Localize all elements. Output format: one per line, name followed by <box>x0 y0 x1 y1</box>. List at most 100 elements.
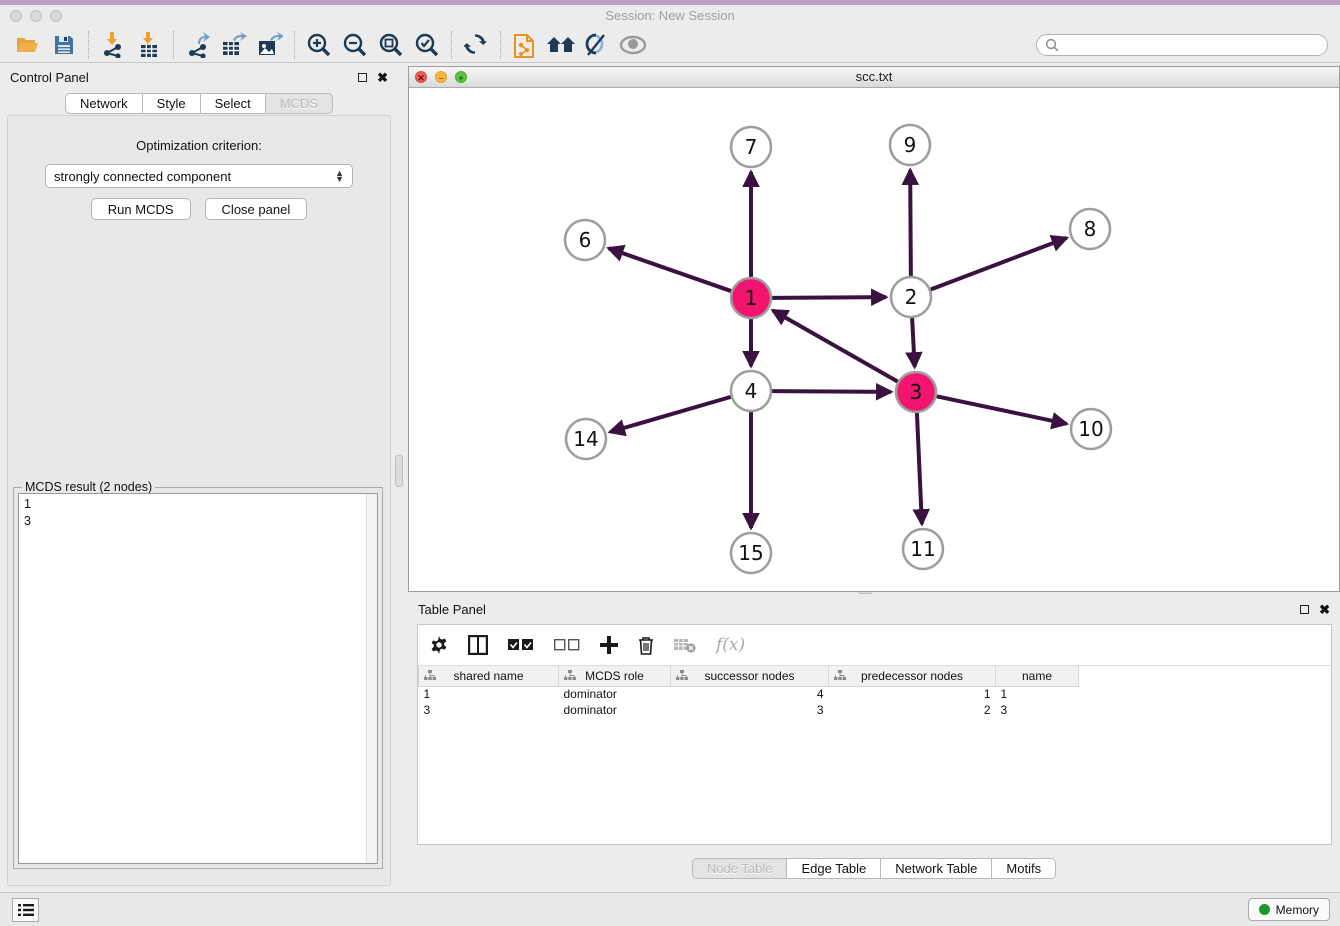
add-column-icon[interactable] <box>600 636 618 654</box>
new-network-from-selection-icon[interactable] <box>507 30 543 60</box>
network-maximize-icon[interactable]: + <box>455 71 467 83</box>
edge-2-9[interactable] <box>910 170 911 276</box>
export-image-icon[interactable] <box>252 30 288 60</box>
tab-network[interactable]: Network <box>65 93 142 114</box>
tab-motifs[interactable]: Motifs <box>991 858 1056 879</box>
column-layout-icon[interactable] <box>468 635 488 655</box>
delete-column-icon[interactable] <box>638 636 654 655</box>
network-window-title: scc.txt <box>409 67 1339 87</box>
optimization-criterion-label: Optimization criterion: <box>8 138 390 153</box>
edge-3-11[interactable] <box>917 413 922 524</box>
network-canvas[interactable]: 7968124314101511 <box>409 88 1339 591</box>
toolbar-separator <box>500 31 501 59</box>
edge-4-3[interactable] <box>772 391 891 392</box>
zoom-out-icon[interactable] <box>337 30 373 60</box>
node-table-content: f(x) shared name MCDS role successor nod… <box>417 624 1332 845</box>
zoom-in-icon[interactable] <box>301 30 337 60</box>
column-type-icon <box>834 670 846 684</box>
column-header-mcds-role[interactable]: MCDS role <box>559 666 671 686</box>
node-label-11: 11 <box>910 537 935 561</box>
close-window-button[interactable] <box>10 10 22 22</box>
scrollbar[interactable] <box>366 494 377 863</box>
node-label-6: 6 <box>579 228 592 252</box>
node-label-1: 1 <box>745 286 758 310</box>
tab-select[interactable]: Select <box>200 93 265 114</box>
column-type-icon <box>676 670 688 684</box>
toolbar-separator <box>294 31 295 59</box>
node-label-8: 8 <box>1084 217 1097 241</box>
deselect-all-checkboxes-icon[interactable] <box>554 639 580 652</box>
tab-node-table[interactable]: Node Table <box>692 858 787 879</box>
network-close-icon[interactable]: ✕ <box>415 71 427 83</box>
refresh-view-icon[interactable] <box>458 30 494 60</box>
table-panel: Table Panel ✖ <box>408 596 1340 892</box>
minimize-window-button[interactable] <box>30 10 42 22</box>
float-panel-icon[interactable] <box>358 73 367 82</box>
table-row[interactable]: 3 dominator 3 2 3 <box>419 702 1079 718</box>
control-panel-title: Control Panel <box>10 70 89 85</box>
edge-4-14[interactable] <box>610 397 731 432</box>
memory-status-icon <box>1259 904 1270 915</box>
table-panel-title: Table Panel <box>418 602 486 617</box>
tab-network-table[interactable]: Network Table <box>880 858 991 879</box>
select-all-checkboxes-icon[interactable] <box>508 639 534 652</box>
network-graph: 7968124314101511 <box>409 88 1339 591</box>
export-network-icon[interactable] <box>180 30 216 60</box>
edge-3-10[interactable] <box>937 396 1067 423</box>
table-toolbar: f(x) <box>418 625 1331 666</box>
close-panel-button[interactable]: Close panel <box>205 198 308 220</box>
node-label-15: 15 <box>738 541 763 565</box>
hide-selected-icon[interactable] <box>579 30 615 60</box>
optimization-criterion-value: strongly connected component <box>54 169 231 184</box>
tab-style[interactable]: Style <box>142 93 200 114</box>
maximize-window-button[interactable] <box>50 10 62 22</box>
edge-1-6[interactable] <box>609 248 732 291</box>
zoom-selected-icon[interactable] <box>409 30 445 60</box>
toolbar-separator <box>88 31 89 59</box>
edge-2-3[interactable] <box>912 318 915 367</box>
import-table-icon[interactable] <box>131 30 167 60</box>
first-neighbors-icon[interactable] <box>543 30 579 60</box>
column-header-predecessor-nodes[interactable]: predecessor nodes <box>829 666 996 686</box>
network-minimize-icon[interactable]: – <box>435 71 447 83</box>
list-icon <box>18 903 34 917</box>
table-tabs: Node Table Edge Table Network Table Moti… <box>408 858 1340 879</box>
memory-button[interactable]: Memory <box>1248 898 1330 921</box>
save-session-icon[interactable] <box>46 30 82 60</box>
search-input[interactable] <box>1064 38 1319 52</box>
show-all-icon[interactable] <box>615 30 651 60</box>
node-label-4: 4 <box>745 379 758 403</box>
search-icon <box>1045 38 1059 52</box>
control-panel: Control Panel ✖ Network Style Select MCD… <box>0 63 398 892</box>
close-panel-icon[interactable]: ✖ <box>377 71 388 84</box>
export-table-icon[interactable] <box>216 30 252 60</box>
optimization-criterion-select[interactable]: strongly connected component ▲▼ <box>45 164 353 188</box>
network-window-titlebar[interactable]: ✕ – + scc.txt <box>409 67 1339 88</box>
open-session-icon[interactable] <box>10 30 46 60</box>
vertical-splitter-grip[interactable] <box>395 455 403 487</box>
toolbar-separator <box>173 31 174 59</box>
tab-edge-table[interactable]: Edge Table <box>786 858 880 879</box>
task-history-button[interactable] <box>12 898 39 922</box>
delete-table-icon[interactable] <box>674 637 696 653</box>
column-type-icon <box>424 670 436 684</box>
edge-1-2[interactable] <box>772 297 886 298</box>
node-label-9: 9 <box>904 133 917 157</box>
table-options-gear-icon[interactable] <box>430 636 448 654</box>
network-view-window: ✕ – + scc.txt 7968124314101511 <box>408 66 1340 592</box>
float-panel-icon[interactable] <box>1300 605 1309 614</box>
tab-mcds[interactable]: MCDS <box>265 93 333 114</box>
edge-2-8[interactable] <box>931 238 1067 290</box>
edge-3-1[interactable] <box>773 310 898 381</box>
column-header-successor-nodes[interactable]: successor nodes <box>671 666 829 686</box>
table-row[interactable]: 1 dominator 4 1 1 <box>419 686 1079 702</box>
mcds-result-text[interactable]: 1 3 <box>18 493 378 864</box>
column-header-shared-name[interactable]: shared name <box>419 666 559 686</box>
column-header-name[interactable]: name <box>996 666 1079 686</box>
close-panel-icon[interactable]: ✖ <box>1319 603 1330 616</box>
import-network-icon[interactable] <box>95 30 131 60</box>
search-box[interactable] <box>1036 34 1328 56</box>
zoom-fit-icon[interactable] <box>373 30 409 60</box>
run-mcds-button[interactable]: Run MCDS <box>91 198 191 220</box>
function-builder-icon[interactable]: f(x) <box>716 635 745 655</box>
